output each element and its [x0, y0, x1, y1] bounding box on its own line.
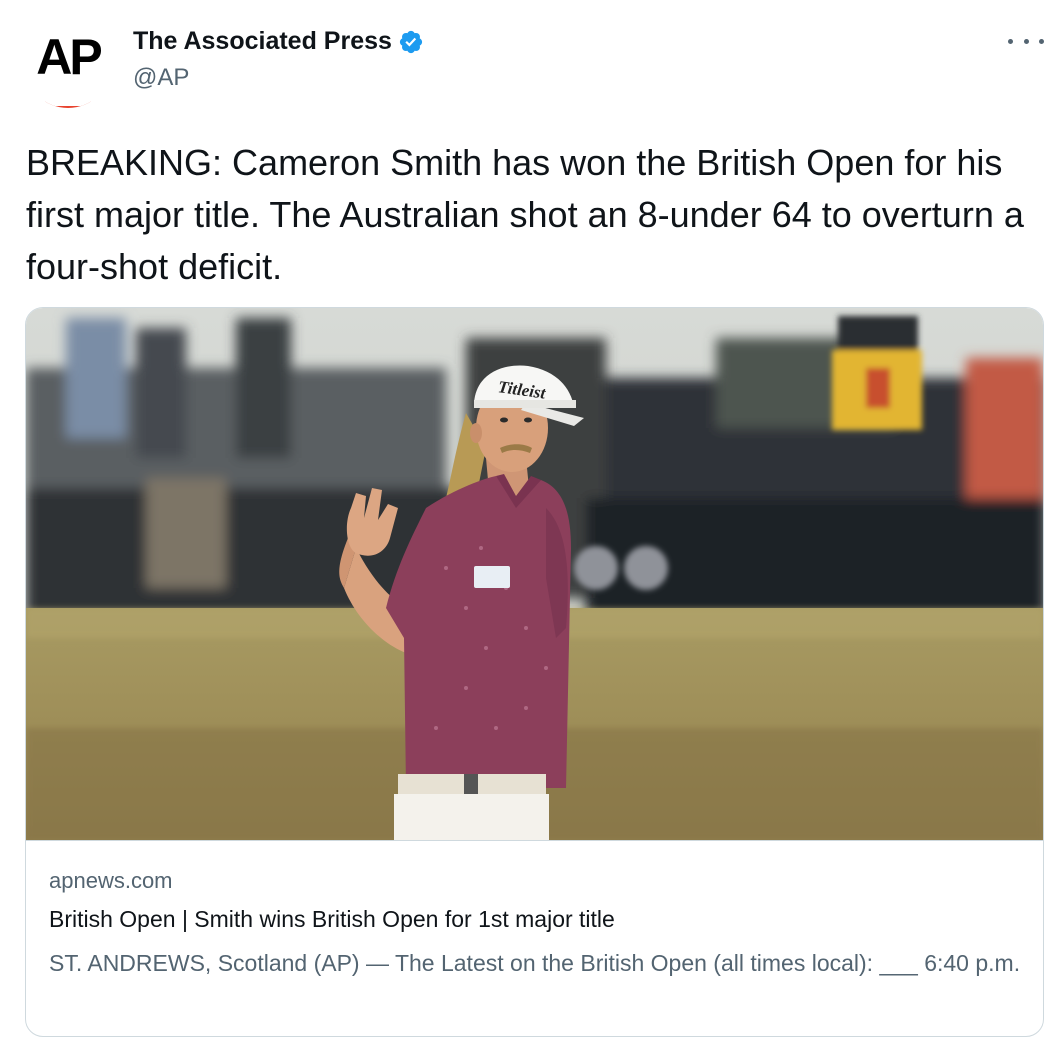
golfer-photo: Titleist — [26, 308, 1043, 840]
card-image[interactable]: Titleist — [26, 308, 1043, 841]
verified-badge-icon — [398, 29, 424, 55]
card-description: ST. ANDREWS, Scotland (AP) — The Latest … — [49, 950, 1021, 976]
card-title: British Open | Smith wins British Open f… — [49, 906, 615, 932]
author-avatar[interactable]: AP — [24, 20, 112, 108]
tweet-text: BREAKING: Cameron Smith has won the Brit… — [26, 142, 1024, 287]
author-name-row[interactable]: The Associated Press — [133, 27, 424, 56]
ap-logo-text: AP — [36, 29, 102, 85]
author-handle[interactable]: @AP — [133, 64, 189, 92]
author-display-name[interactable]: The Associated Press — [133, 27, 392, 56]
card-domain: apnews.com — [49, 868, 173, 893]
link-preview-card[interactable]: Titleist apnews.com British Open | Smith… — [25, 307, 1044, 1037]
more-options-icon[interactable] — [1008, 26, 1044, 56]
